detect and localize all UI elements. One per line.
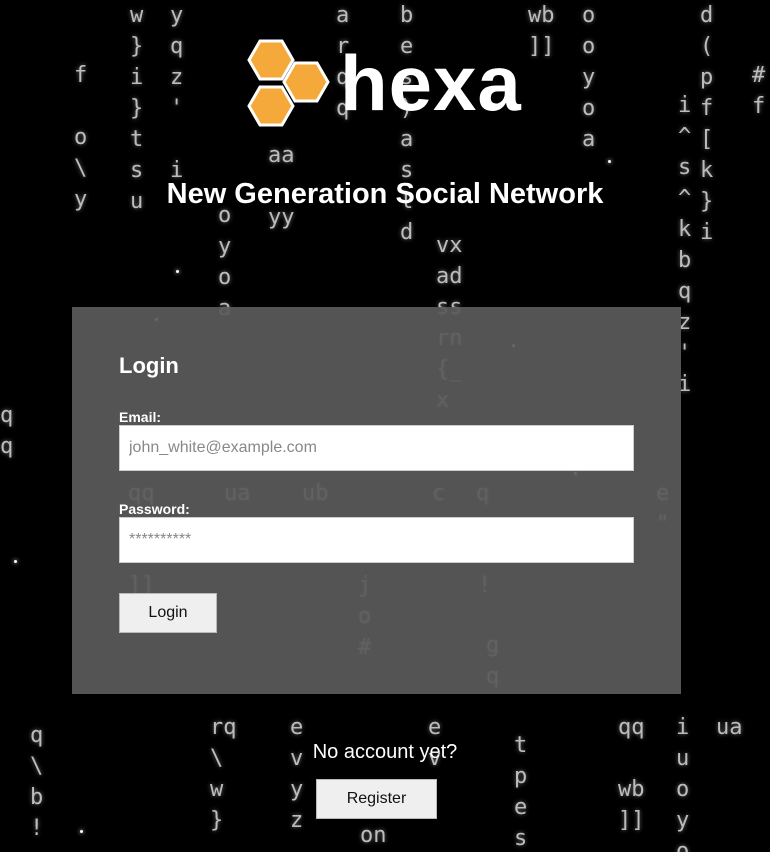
matrix-column: ua	[716, 715, 743, 740]
hexagon-cluster-icon	[247, 39, 330, 127]
matrix-column: o y o a	[218, 203, 232, 321]
matrix-column: i u o y o	[676, 715, 690, 852]
password-label: Password:	[119, 501, 190, 517]
matrix-column: on	[360, 823, 387, 848]
sparkle	[608, 160, 611, 163]
sparkle	[176, 270, 179, 273]
login-card: Login Email: Password: Login	[72, 307, 681, 694]
matrix-column: e v y z	[290, 715, 304, 833]
email-field[interactable]	[119, 425, 634, 471]
tagline: New Generation Social Network	[166, 178, 604, 210]
brand-name: hexa	[340, 38, 522, 127]
matrix-column: wb ]]	[528, 3, 555, 59]
email-label: Email:	[119, 409, 162, 425]
matrix-column: rq \ w }	[210, 715, 237, 833]
register-button[interactable]: Register	[316, 779, 437, 819]
matrix-column: o o y o a	[582, 3, 596, 152]
sparkle	[14, 560, 17, 563]
matrix-column: y q z ' i	[170, 3, 184, 183]
login-button[interactable]: Login	[119, 593, 217, 633]
matrix-column: # f	[752, 63, 766, 119]
no-account-text: No account yet?	[312, 741, 458, 763]
matrix-column: q \ b !	[30, 723, 44, 841]
matrix-column: q q	[0, 403, 14, 459]
brand-logo: hexa	[236, 36, 526, 136]
password-field[interactable]	[119, 517, 634, 563]
matrix-column: qq wb ]]	[618, 715, 645, 833]
login-title: Login	[119, 353, 179, 378]
sparkle	[80, 830, 83, 833]
